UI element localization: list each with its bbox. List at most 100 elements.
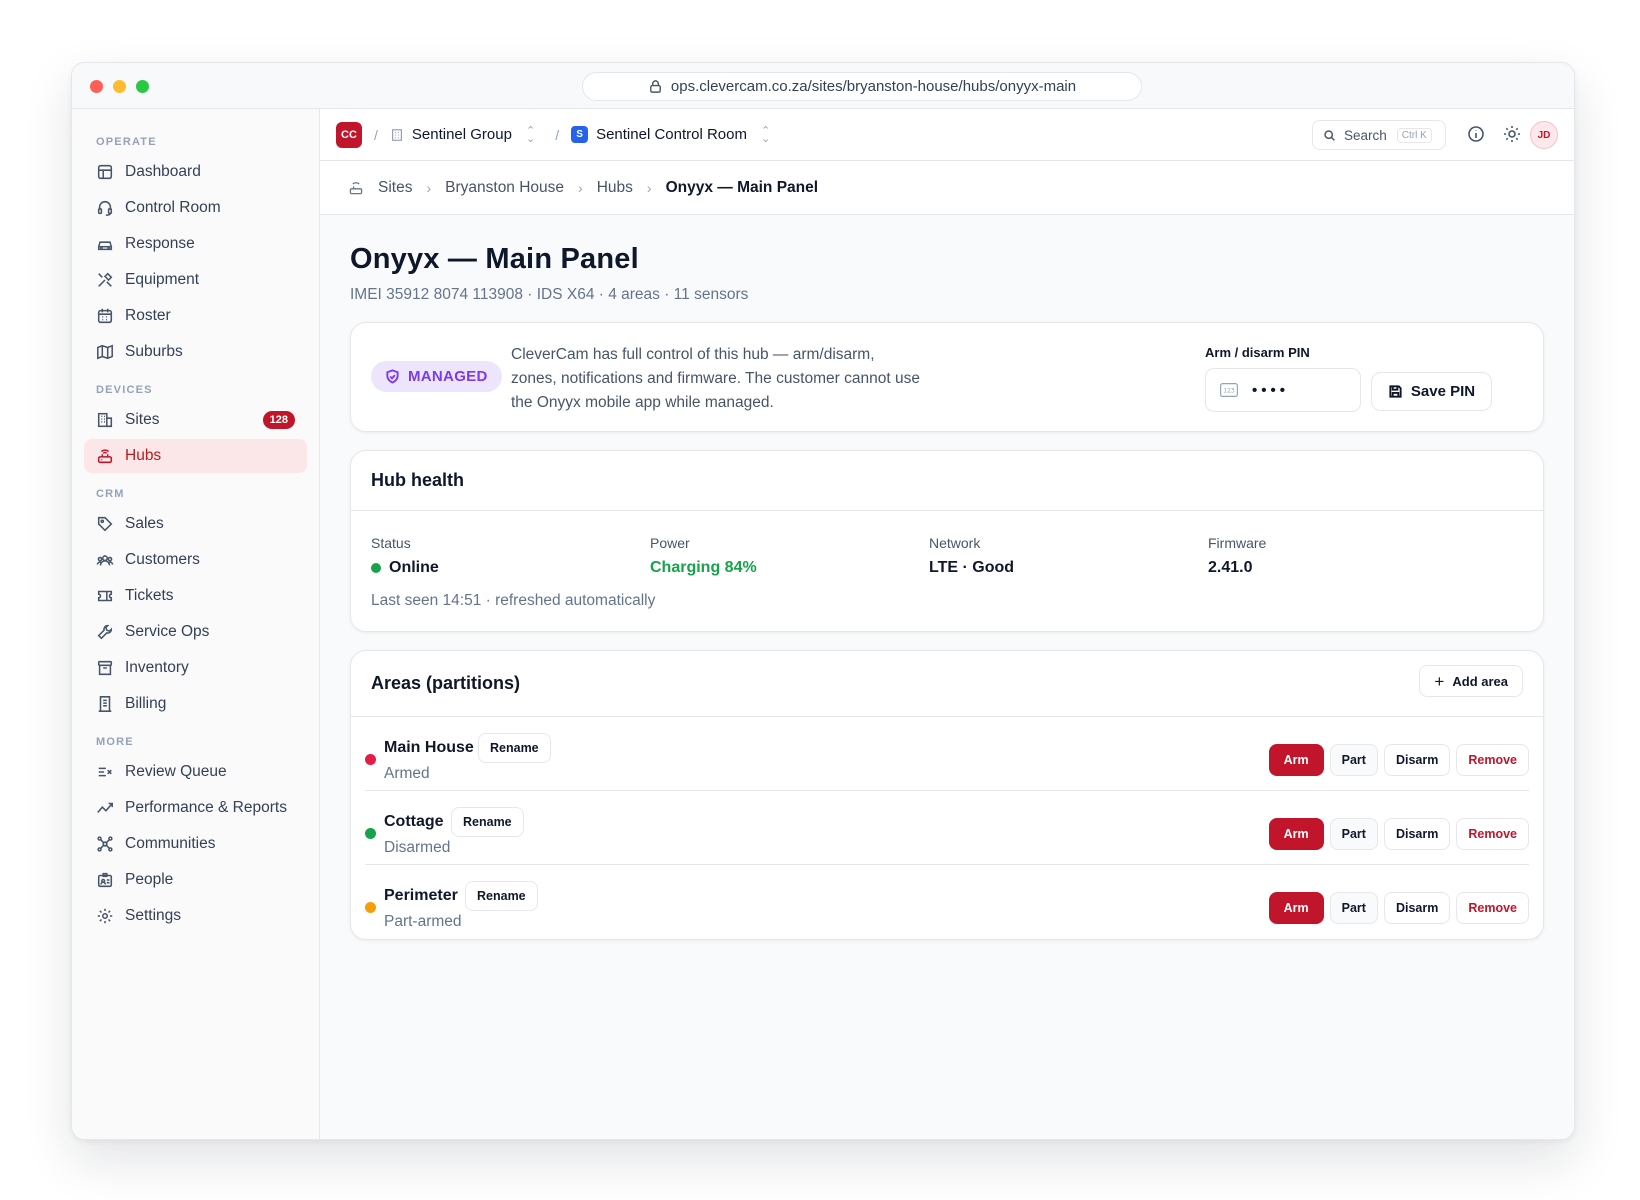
managed-badge-label: MANAGED	[408, 368, 488, 385]
close-window-button[interactable]	[90, 80, 103, 93]
building-icon	[391, 128, 402, 141]
workspace-switcher[interactable]: S Sentinel Control Room ⌃ ⌄	[571, 124, 771, 145]
svg-text:123: 123	[1223, 388, 1235, 395]
router-icon	[349, 181, 363, 194]
online-status-dot	[371, 563, 381, 573]
chevron-right-icon: ›	[426, 179, 432, 196]
area-actions: Arm Part Disarm Remove	[1268, 744, 1529, 776]
sidebar-item-label: Response	[125, 235, 195, 252]
maximize-window-button[interactable]	[136, 80, 149, 93]
part-button[interactable]: Part	[1329, 744, 1378, 776]
map-icon	[97, 344, 113, 360]
sidebar-item-sales[interactable]: Sales	[84, 507, 307, 541]
sidebar-item-label: Review Queue	[125, 763, 227, 780]
power-metric: Power Charging 84%	[650, 535, 757, 577]
hub-health-title: Hub health	[351, 451, 1543, 511]
rename-button[interactable]: Rename	[451, 807, 524, 837]
search-button[interactable]: Search Ctrl K	[1312, 120, 1446, 150]
rename-button[interactable]: Rename	[465, 881, 538, 911]
areas-header: Areas (partitions) + Add area	[351, 651, 1543, 717]
add-area-button[interactable]: + Add area	[1419, 665, 1523, 697]
keypad-icon: 123	[1220, 383, 1238, 397]
sidebar-item-review-queue[interactable]: Review Queue	[84, 755, 307, 789]
sidebar-item-label: Settings	[125, 907, 182, 924]
disarm-button[interactable]: Disarm	[1383, 892, 1451, 924]
arm-button[interactable]: Arm	[1268, 818, 1324, 850]
disarm-button[interactable]: Disarm	[1383, 744, 1451, 776]
pin-input[interactable]: 123 ••••	[1205, 368, 1361, 412]
dashboard-icon	[97, 164, 113, 180]
sidebar-item-label: Suburbs	[125, 343, 183, 360]
part-button[interactable]: Part	[1329, 892, 1378, 924]
chevron-updown-icon: ⌃ ⌄	[761, 124, 771, 145]
area-state: Part-armed	[384, 913, 462, 930]
org-logo[interactable]: CC	[336, 121, 362, 148]
info-icon[interactable]	[1466, 124, 1486, 144]
sidebar-item-hubs[interactable]: Hubs	[84, 439, 307, 473]
arm-button[interactable]: Arm	[1268, 744, 1324, 776]
disarm-button[interactable]: Disarm	[1383, 818, 1451, 850]
sidebar-item-billing[interactable]: Billing	[84, 687, 307, 721]
area-name: Main House	[384, 739, 474, 756]
save-icon	[1389, 385, 1402, 398]
page-content: Onyyx — Main Panel IMEI 35912 8074 11390…	[320, 215, 1574, 940]
sidebar-item-settings[interactable]: Settings	[84, 899, 307, 933]
users-icon	[96, 555, 114, 566]
save-pin-button[interactable]: Save PIN	[1371, 372, 1492, 411]
sidebar-item-control-room[interactable]: Control Room	[84, 191, 307, 225]
sidebar-item-roster[interactable]: Roster	[84, 299, 307, 333]
network-metric: Network LTE · Good	[929, 535, 1014, 577]
rename-button[interactable]: Rename	[478, 733, 551, 763]
sidebar-item-customers[interactable]: Customers	[84, 543, 307, 577]
sidebar-item-sites[interactable]: Sites 128	[84, 403, 307, 437]
sidebar-item-label: Inventory	[125, 659, 189, 676]
status-label: Status	[371, 535, 411, 551]
areas-title: Areas (partitions)	[371, 673, 521, 693]
sidebar-item-response[interactable]: Response	[84, 227, 307, 261]
sidebar-item-label: Service Ops	[125, 623, 210, 640]
list-check-icon	[98, 767, 112, 777]
area-name: Perimeter	[384, 887, 458, 904]
chevron-updown-icon: ⌃ ⌄	[525, 124, 536, 145]
lock-icon	[650, 80, 661, 93]
theme-toggle-icon[interactable]	[1502, 124, 1522, 144]
top-bar: CC / Sentinel Group ⌃ ⌄ / S Sentinel Cont…	[320, 109, 1574, 161]
breadcrumb-sites[interactable]: Sites	[378, 179, 412, 197]
shield-check-icon	[386, 369, 399, 384]
sidebar-item-service-ops[interactable]: Service Ops	[84, 615, 307, 649]
router-icon	[97, 449, 113, 464]
sidebar-item-inventory[interactable]: Inventory	[84, 651, 307, 685]
org-switcher[interactable]: Sentinel Group ⌃ ⌄	[390, 124, 536, 145]
tools-icon	[98, 272, 113, 287]
part-button[interactable]: Part	[1329, 818, 1378, 850]
page-subtitle: IMEI 35912 8074 113908 · IDS X64 · 4 are…	[350, 286, 749, 303]
power-value: Charging 84%	[650, 559, 757, 576]
hub-health-card: Hub health Status Online Power Charging …	[350, 450, 1544, 632]
sidebar-item-performance-reports[interactable]: Performance & Reports	[84, 791, 307, 825]
remove-button[interactable]: Remove	[1456, 892, 1529, 924]
remove-button[interactable]: Remove	[1456, 744, 1529, 776]
main-area: CC / Sentinel Group ⌃ ⌄ / S Sentinel Cont…	[320, 109, 1574, 1139]
page-title: Onyyx — Main Panel	[350, 243, 639, 275]
breadcrumb-hubs[interactable]: Hubs	[597, 179, 633, 197]
remove-button[interactable]: Remove	[1456, 818, 1529, 850]
workspace-name: Sentinel Control Room	[596, 126, 747, 143]
sidebar-item-equipment[interactable]: Equipment	[84, 263, 307, 297]
address-bar[interactable]: ops.clevercam.co.za/sites/bryanston-hous…	[582, 72, 1142, 101]
sidebar-item-label: Customers	[125, 551, 200, 568]
sidebar-item-people[interactable]: People	[84, 863, 307, 897]
breadcrumb-site[interactable]: Bryanston House	[445, 179, 564, 197]
sidebar: OPERATE Dashboard Control Room Response …	[72, 109, 320, 1139]
sidebar-item-communities[interactable]: Communities	[84, 827, 307, 861]
user-avatar[interactable]: JD	[1530, 121, 1558, 149]
arm-button[interactable]: Arm	[1268, 892, 1324, 924]
topbar-separator: /	[374, 126, 378, 143]
org-name: Sentinel Group	[411, 126, 512, 143]
area-actions: Arm Part Disarm Remove	[1268, 892, 1529, 924]
minimize-window-button[interactable]	[113, 80, 126, 93]
sidebar-item-suburbs[interactable]: Suburbs	[84, 335, 307, 369]
sidebar-item-tickets[interactable]: Tickets	[84, 579, 307, 613]
network-icon	[97, 836, 113, 852]
sidebar-item-dashboard[interactable]: Dashboard	[84, 155, 307, 189]
pin-value: ••••	[1252, 381, 1290, 399]
